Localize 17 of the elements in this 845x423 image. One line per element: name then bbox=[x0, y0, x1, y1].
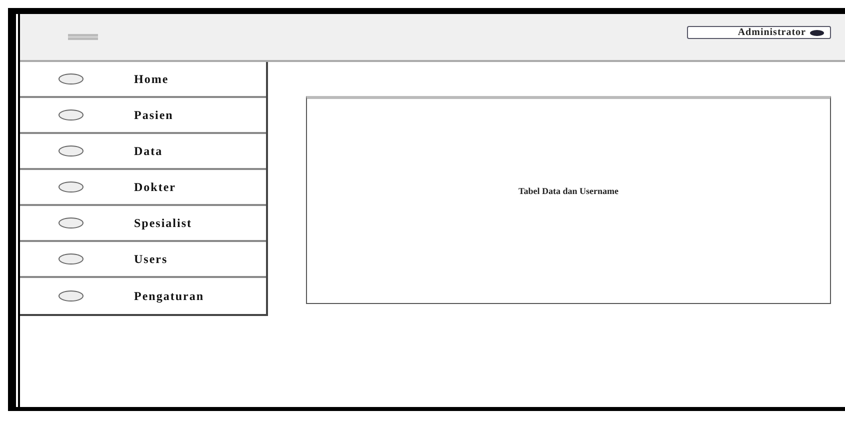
user-button[interactable]: Administrator bbox=[687, 26, 831, 39]
oval-icon bbox=[58, 73, 84, 85]
oval-icon bbox=[58, 253, 84, 265]
menu-item[interactable]: Dokter bbox=[134, 180, 176, 194]
menu-icon[interactable] bbox=[68, 34, 98, 40]
oval-icon bbox=[58, 109, 84, 121]
menu-item[interactable]: Spesialist bbox=[134, 216, 192, 230]
menu-item[interactable]: Users bbox=[134, 252, 168, 266]
menu-item[interactable]: Pasien bbox=[134, 108, 174, 122]
menu-item[interactable]: Pengaturan bbox=[134, 288, 204, 304]
oval-icon bbox=[58, 181, 84, 193]
oval-icon bbox=[58, 217, 84, 229]
menu-item[interactable]: Home bbox=[134, 72, 169, 86]
oval-icon bbox=[58, 145, 84, 157]
placeholder-text: Tabel Data dan Username bbox=[518, 186, 618, 198]
menu-item[interactable]: Data bbox=[134, 144, 163, 158]
oval-icon bbox=[58, 290, 84, 302]
